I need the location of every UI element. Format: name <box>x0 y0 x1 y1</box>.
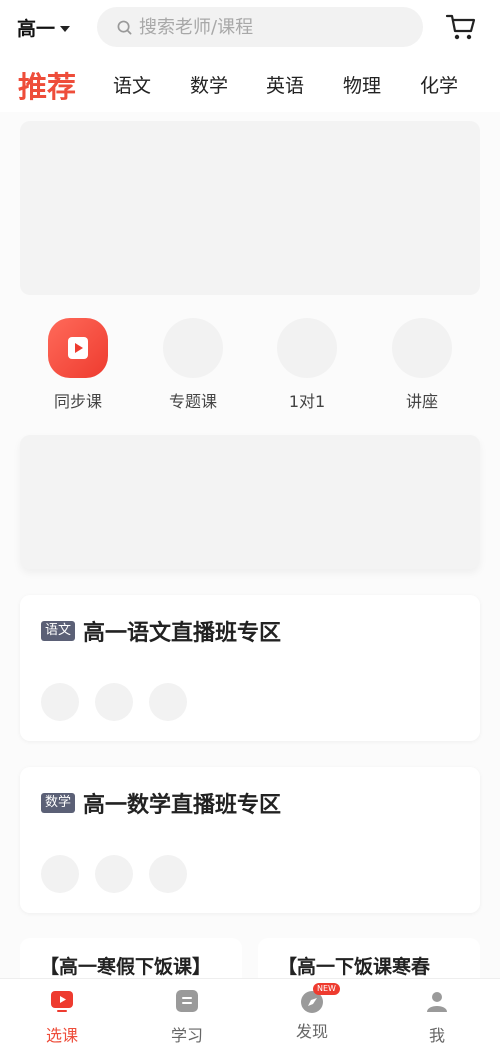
search-input[interactable] <box>139 16 399 38</box>
tab-chemistry[interactable]: 化学 <box>420 71 458 98</box>
search-icon <box>117 20 132 34</box>
lecture-icon <box>392 318 452 378</box>
tab-math[interactable]: 数学 <box>190 71 228 98</box>
quick-entry-sync-course[interactable]: 同步课 <box>28 318 128 412</box>
nav-label: 学习 <box>170 1026 203 1043</box>
top-bar: 高一 <box>0 0 500 56</box>
quick-entry-topic-course[interactable]: 专题课 <box>143 318 243 412</box>
study-icon <box>176 990 198 1012</box>
teacher-avatar[interactable] <box>41 683 79 721</box>
teacher-avatar[interactable] <box>149 683 187 721</box>
tab-physics[interactable]: 物理 <box>343 71 381 98</box>
tab-recommend[interactable]: 推荐 <box>18 64 76 106</box>
grade-selector[interactable]: 高一 <box>17 14 71 41</box>
subject-tag: 数学 <box>41 793 76 813</box>
search-bar[interactable] <box>97 7 423 47</box>
topic-icon <box>163 318 223 378</box>
subject-tabs: 推荐 语文 数学 英语 物理 化学 <box>0 56 500 112</box>
subject-tag: 语文 <box>41 621 76 641</box>
live-section-card-math[interactable]: 数学 高一数学直播班专区 <box>20 767 480 913</box>
teacher-avatar[interactable] <box>41 855 79 893</box>
one-on-one-icon <box>277 318 337 378</box>
cart-icon[interactable] <box>445 12 477 42</box>
nav-label: 我 <box>428 1026 445 1043</box>
grade-label: 高一 <box>17 18 56 40</box>
nav-discover[interactable]: NEW 发现 <box>272 983 352 1042</box>
nav-study[interactable]: 学习 <box>147 989 227 1043</box>
nav-label: 发现 <box>295 1022 328 1041</box>
quick-entry-lecture[interactable]: 讲座 <box>372 318 472 412</box>
banner-carousel[interactable] <box>20 121 480 295</box>
quick-entry-label: 1对1 <box>288 392 326 411</box>
promo-banner[interactable] <box>20 435 480 569</box>
quick-entry-label: 讲座 <box>405 392 438 411</box>
bottom-nav: 选课 学习 NEW 发现 我 <box>0 978 500 1043</box>
tv-play-icon <box>51 991 73 1012</box>
nav-label: 选课 <box>45 1026 78 1043</box>
quick-entry-label: 专题课 <box>168 392 217 411</box>
section-title: 高一数学直播班专区 <box>83 793 282 818</box>
nav-select-course[interactable]: 选课 <box>22 989 102 1043</box>
teacher-avatar[interactable] <box>95 683 133 721</box>
quick-entry-label: 同步课 <box>53 392 102 411</box>
section-title: 高一语文直播班专区 <box>83 621 282 646</box>
live-section-card-chinese[interactable]: 语文 高一语文直播班专区 <box>20 595 480 741</box>
tab-english[interactable]: 英语 <box>266 71 304 98</box>
caret-down-icon <box>60 25 71 32</box>
new-badge: NEW <box>313 983 340 995</box>
quick-entry-one-on-one[interactable]: 1对1 <box>257 318 357 412</box>
tab-chinese[interactable]: 语文 <box>113 71 151 98</box>
profile-icon <box>427 992 447 1012</box>
teacher-avatar[interactable] <box>95 855 133 893</box>
teacher-avatar[interactable] <box>149 855 187 893</box>
play-icon <box>48 318 108 378</box>
nav-profile[interactable]: 我 <box>397 989 477 1043</box>
